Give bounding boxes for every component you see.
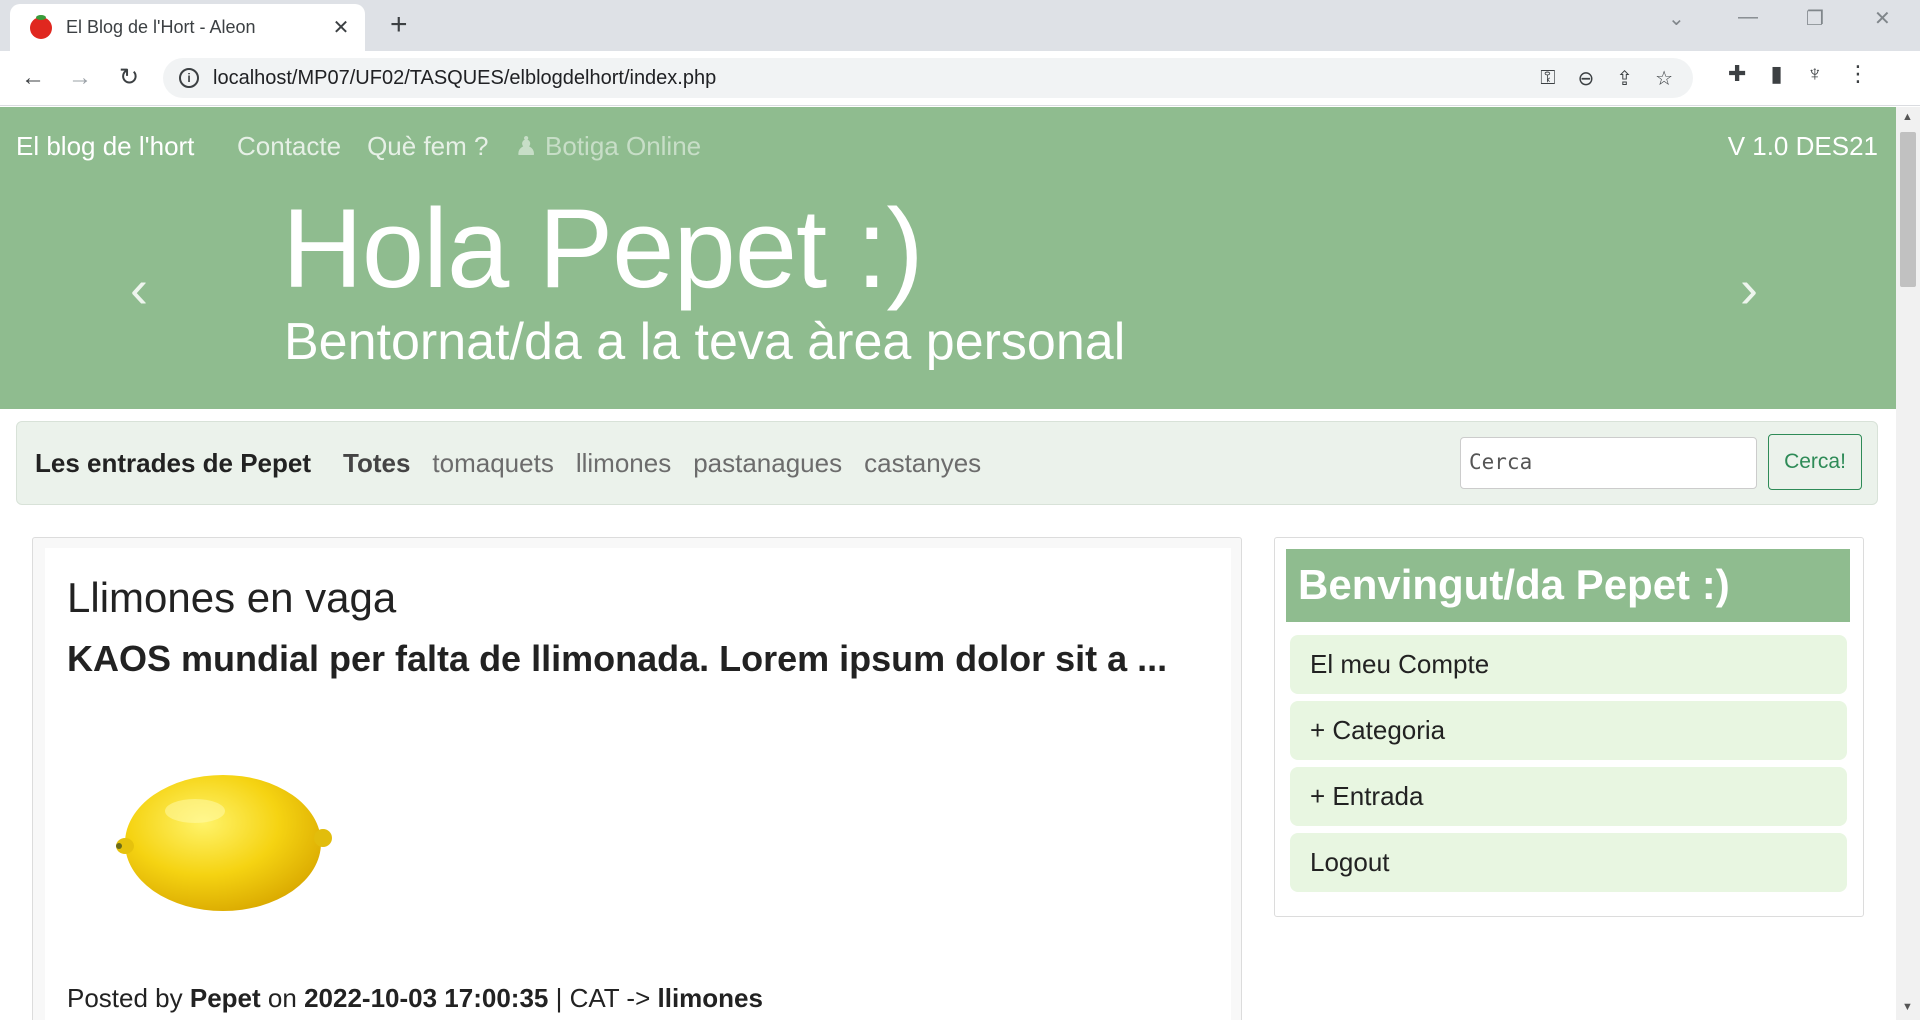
- post-summary: KAOS mundial per falta de llimonada. Lor…: [67, 638, 1168, 679]
- category-link-tomaquets[interactable]: tomaquets: [432, 448, 553, 479]
- browser-tab[interactable]: El Blog de l'Hort - Aleon ✕: [10, 4, 365, 51]
- scrollbar-thumb[interactable]: [1900, 132, 1916, 287]
- shop-person-icon: ♟: [514, 131, 546, 161]
- new-tab-icon[interactable]: +: [390, 8, 408, 42]
- back-icon[interactable]: ←: [16, 61, 50, 95]
- minimize-icon[interactable]: —: [1738, 6, 1758, 29]
- browser-tabstrip: El Blog de l'Hort - Aleon ✕ + ⌄ — ❐ ✕: [0, 0, 1920, 51]
- reload-icon[interactable]: ↻: [112, 61, 146, 95]
- tomato-favicon-icon: [30, 14, 52, 39]
- site-brand-link[interactable]: El blog de l'hort: [16, 131, 194, 162]
- post-author: Pepet: [189, 983, 261, 1013]
- restore-icon[interactable]: ❐: [1806, 6, 1824, 31]
- category-link-totes[interactable]: Totes: [343, 448, 410, 479]
- zoom-out-icon[interactable]: ⊖: [1578, 66, 1595, 91]
- sidebar-welcome-heading: Benvingut/da Pepet :): [1286, 549, 1850, 622]
- post-meta: Posted by Pepet on 2022-10-03 17:00:35 |…: [67, 983, 763, 1014]
- post-body: Llimones en vaga KAOS mundial per falta …: [45, 548, 1231, 1020]
- sidebar-item-add-entry[interactable]: + Entrada: [1290, 767, 1847, 826]
- post-date: 2022-10-03 17:00:35: [304, 983, 549, 1013]
- category-link-llimones[interactable]: llimones: [576, 448, 671, 479]
- user-sidebar: Benvingut/da Pepet :) El meu Compte + Ca…: [1274, 537, 1864, 917]
- carousel-prev-icon[interactable]: ‹: [130, 262, 148, 316]
- site-info-icon[interactable]: i: [179, 68, 199, 88]
- posted-by-label: Posted by: [67, 983, 183, 1013]
- sidebar-item-add-category[interactable]: + Categoria: [1290, 701, 1847, 760]
- category-label: | CAT ->: [555, 983, 651, 1013]
- nav-link-que-fem[interactable]: Què fem ?: [367, 131, 488, 162]
- tab-search-chevron-icon[interactable]: ⌄: [1668, 6, 1685, 31]
- post-title[interactable]: Llimones en vaga: [67, 574, 396, 622]
- category-bar: Les entrades de Pepet Totes tomaquets ll…: [16, 421, 1878, 505]
- post-category[interactable]: llimones: [658, 983, 763, 1013]
- entries-heading: Les entrades de Pepet: [35, 448, 311, 478]
- post-card: Llimones en vaga KAOS mundial per falta …: [32, 537, 1242, 1020]
- scroll-down-icon[interactable]: ▼: [1902, 1001, 1913, 1013]
- category-link-pastanagues[interactable]: pastanagues: [693, 448, 842, 479]
- profile-avatar-icon[interactable]: ♆: [1807, 61, 1824, 87]
- scroll-up-icon[interactable]: ▲: [1902, 111, 1913, 123]
- share-icon[interactable]: ⇪: [1616, 66, 1633, 91]
- carousel-next-icon[interactable]: ›: [1740, 262, 1758, 316]
- search-button[interactable]: Cerca!: [1768, 434, 1862, 490]
- key-icon[interactable]: ⚿: [1540, 67, 1555, 90]
- close-tab-icon[interactable]: ✕: [329, 15, 353, 40]
- page-scrollbar[interactable]: ▲ ▼: [1896, 107, 1920, 1020]
- lemon-image: [116, 775, 332, 911]
- category-list: Totes tomaquets llimones pastanagues cas…: [343, 448, 981, 479]
- browser-menu-icon[interactable]: ⋮: [1847, 61, 1869, 87]
- search-input[interactable]: Cerca: [1460, 437, 1757, 489]
- bookmark-star-icon[interactable]: ☆: [1655, 66, 1673, 91]
- forward-icon[interactable]: →: [63, 61, 97, 95]
- hero-title: Hola Pepet :): [282, 186, 924, 311]
- version-label: V 1.0 DES21: [1727, 131, 1878, 161]
- top-nav: Contacte Què fem ? ♟ Botiga Online: [237, 131, 701, 162]
- tab-title: El Blog de l'Hort - Aleon: [66, 17, 256, 37]
- hero-subtitle: Bentornat/da a la teva àrea personal: [284, 313, 1126, 371]
- sidebar-item-el-meu-compte[interactable]: El meu Compte: [1290, 635, 1847, 694]
- close-window-icon[interactable]: ✕: [1874, 6, 1891, 31]
- sidebar-item-logout[interactable]: Logout: [1290, 833, 1847, 892]
- url-text[interactable]: localhost/MP07/UF02/TASQUES/elblogdelhor…: [213, 67, 716, 90]
- nav-link-contacte[interactable]: Contacte: [237, 131, 341, 162]
- on-label: on: [267, 983, 297, 1013]
- side-panel-icon[interactable]: ▮: [1770, 61, 1782, 87]
- hero-banner: El blog de l'hort Contacte Què fem ? ♟ B…: [0, 107, 1896, 409]
- nav-link-botiga-online[interactable]: ♟ Botiga Online: [514, 131, 701, 162]
- browser-toolbar: ← → ↻ i localhost/MP07/UF02/TASQUES/elbl…: [0, 51, 1920, 106]
- category-link-castanyes[interactable]: castanyes: [864, 448, 981, 479]
- page-viewport: El blog de l'hort Contacte Què fem ? ♟ B…: [0, 107, 1896, 1020]
- address-bar[interactable]: i localhost/MP07/UF02/TASQUES/elblogdelh…: [163, 58, 1693, 98]
- extensions-puzzle-icon[interactable]: ✚: [1728, 61, 1746, 87]
